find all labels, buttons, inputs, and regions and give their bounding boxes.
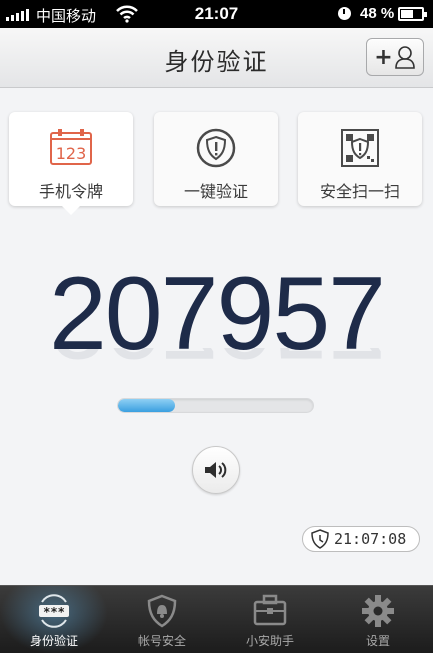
bottom-tab-bar: *** 身份验证 帐号安全 小安助手 设置 xyxy=(0,585,433,653)
toolbox-icon xyxy=(253,594,287,626)
password-mask: *** xyxy=(43,605,65,619)
tab-label: 安全扫一扫 xyxy=(319,182,400,201)
tab-phone-token[interactable]: 123 手机令牌 xyxy=(9,112,133,215)
tabbar-item-account-security[interactable]: 帐号安全 xyxy=(108,586,216,653)
shield-circle-icon xyxy=(196,128,236,168)
password-refresh-icon: *** xyxy=(39,594,69,628)
speak-code-button[interactable] xyxy=(192,446,240,494)
tabbar-label: 身份验证 xyxy=(29,634,78,648)
person-icon xyxy=(394,46,415,69)
clock-shield-icon xyxy=(311,529,329,549)
qr-scan-shield-icon xyxy=(341,129,379,167)
speaker-icon xyxy=(205,462,227,478)
tab-one-click-verify[interactable]: 一键验证 xyxy=(154,112,278,206)
tab-label: 手机令牌 xyxy=(38,182,103,201)
tabbar-item-settings[interactable]: 设置 xyxy=(324,586,432,653)
navigation-bar: 身份验证 + xyxy=(0,28,433,88)
alarm-clock-icon xyxy=(338,7,351,20)
gear-icon xyxy=(362,595,394,627)
plus-symbol: + xyxy=(374,44,393,70)
progress-fill xyxy=(118,399,175,412)
battery-icon xyxy=(398,7,427,21)
tabbar-item-identity[interactable]: *** 身份验证 xyxy=(0,586,108,653)
tab-label: 一键验证 xyxy=(183,182,248,201)
tabbar-item-assistant[interactable]: 小安助手 xyxy=(216,586,324,653)
tabbar-label: 帐号安全 xyxy=(137,634,186,648)
sync-time-text: 21:07:08 xyxy=(334,530,407,548)
add-user-button[interactable]: + xyxy=(366,38,424,76)
calendar-token-number: 123 xyxy=(56,144,87,163)
token-expiry-progress xyxy=(117,398,314,413)
tabbar-label: 设置 xyxy=(365,634,390,648)
calendar-token-icon: 123 xyxy=(50,129,92,165)
shield-bell-icon xyxy=(147,594,177,628)
status-bar: 中国移动 21:07 48 % xyxy=(0,0,433,28)
tab-security-scan[interactable]: 安全扫一扫 xyxy=(298,112,422,206)
tabbar-label: 小安助手 xyxy=(245,634,294,648)
battery-percent: 48 % xyxy=(360,5,395,22)
token-code-reflection: 207957 xyxy=(0,348,433,374)
sync-time-button[interactable]: 21:07:08 xyxy=(302,526,420,552)
